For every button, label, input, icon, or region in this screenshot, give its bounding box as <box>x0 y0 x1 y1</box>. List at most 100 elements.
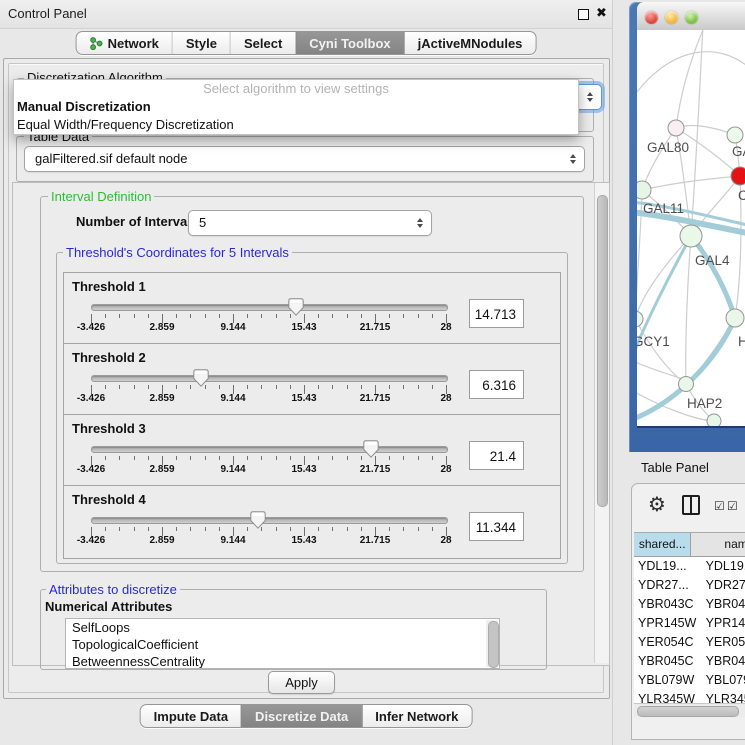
network-edge[interactable] <box>686 236 691 384</box>
table-row[interactable]: YLR345WYLR345W <box>634 690 745 704</box>
network-node-h[interactable] <box>726 309 744 327</box>
network-node-c[interactable] <box>731 167 745 185</box>
gear-icon[interactable]: ⚙ <box>648 492 666 516</box>
tab-infer-network[interactable]: Infer Network <box>361 705 471 727</box>
zoom-traffic-light[interactable] <box>685 11 698 24</box>
cell-shared-name[interactable]: YLR345W <box>634 690 697 704</box>
network-canvas[interactable]: GAL80GACGAL11GAL4GCY1HHAP2 <box>637 30 745 426</box>
numerical-attributes-label: Numerical Attributes <box>45 599 172 614</box>
column-header-name[interactable]: name <box>691 533 745 556</box>
cell-shared-name[interactable]: YPR145W <box>634 614 697 633</box>
threshold-value-field[interactable]: 21.4 <box>469 441 524 470</box>
tick-mark <box>134 527 135 531</box>
network-node-hap2[interactable] <box>679 377 694 392</box>
cell-shared-name[interactable]: YBR045C <box>634 652 697 671</box>
threshold-value-field[interactable]: 6.316 <box>469 370 524 399</box>
table-row[interactable]: YPR145WYPR145W <box>634 614 745 633</box>
cell-name[interactable]: YLR345W <box>697 690 745 704</box>
table-row[interactable]: YER054CYER054C <box>634 633 745 652</box>
attribute-items: SelfLoopsTopologicalCoefficientBetweenne… <box>66 619 499 669</box>
cell-shared-name[interactable]: YDR27... <box>634 576 697 595</box>
attribute-item[interactable]: SelfLoops <box>66 619 499 636</box>
checkbox-icon[interactable]: ☑ <box>727 499 738 513</box>
network-edge[interactable] <box>642 128 676 190</box>
cell-name[interactable]: YBR043C <box>697 595 745 614</box>
cell-name[interactable]: YBL079W <box>697 671 745 690</box>
apply-button[interactable]: Apply <box>268 671 335 694</box>
network-node-gal11[interactable] <box>637 181 651 199</box>
checkbox-icon[interactable]: ☑ <box>714 499 725 513</box>
table-data-combobox[interactable]: galFiltered.sif default node <box>24 146 585 172</box>
threshold-value-field[interactable]: 14.713 <box>469 299 524 328</box>
slider-track[interactable] <box>91 375 448 382</box>
horizontal-scrollbar[interactable] <box>634 703 745 717</box>
table-row[interactable]: YBL079WYBL079W <box>634 671 745 690</box>
cell-shared-name[interactable]: YBL079W <box>634 671 697 690</box>
network-edge[interactable] <box>691 236 735 318</box>
vertical-scrollbar[interactable] <box>594 183 609 663</box>
tab-style[interactable]: Style <box>172 32 230 54</box>
dropdown-placeholder-option[interactable]: Select algorithm to view settings <box>14 80 578 98</box>
float-window-icon[interactable] <box>578 9 589 20</box>
tick-mark <box>403 385 404 389</box>
tab-network[interactable]: Network <box>77 32 172 54</box>
node-table[interactable]: shared... name YDL19...YDL19...YDR27...Y… <box>634 532 745 704</box>
cell-name[interactable]: YDL19... <box>697 557 745 576</box>
slider-track[interactable] <box>91 304 448 311</box>
network-node-gal80[interactable] <box>668 120 684 136</box>
close-icon[interactable]: ✖ <box>596 5 607 21</box>
table-row[interactable]: YDR27...YDR27... <box>634 576 745 595</box>
network-edge[interactable] <box>642 176 740 190</box>
cell-name[interactable]: YBR045C <box>697 652 745 671</box>
network-window-titlebar[interactable] <box>637 2 745 31</box>
tab-jactivemnodules[interactable]: jActiveMNodules <box>404 32 536 54</box>
columns-icon[interactable] <box>682 495 700 515</box>
attribute-item[interactable]: TopologicalCoefficient <box>66 636 499 653</box>
slider-handle[interactable] <box>288 298 304 317</box>
slider-handle[interactable] <box>250 511 266 530</box>
tab-cyni-toolbox[interactable]: Cyni Toolbox <box>295 32 403 54</box>
attributes-scrollbar[interactable] <box>486 620 498 667</box>
threshold-value-field[interactable]: 11.344 <box>469 512 524 541</box>
slider-track[interactable] <box>91 446 448 453</box>
dropdown-option-manual[interactable]: Manual Discretization <box>14 98 578 116</box>
network-node-ga[interactable] <box>727 127 743 143</box>
table-row[interactable]: YBR045CYBR045C <box>634 652 745 671</box>
tab-select[interactable]: Select <box>230 32 295 54</box>
tab-discretize-data[interactable]: Discretize Data <box>241 705 361 727</box>
number-of-intervals-combobox[interactable]: 5 <box>188 210 432 236</box>
tab-impute-data[interactable]: Impute Data <box>141 705 241 727</box>
tab-label: Cyni Toolbox <box>309 36 390 51</box>
cell-name[interactable]: YPR145W <box>697 614 745 633</box>
vertical-scrollbar-thumb[interactable] <box>597 195 608 507</box>
table-row[interactable]: YBR043CYBR043C <box>634 595 745 614</box>
slider-handle[interactable] <box>363 440 379 459</box>
horizontal-scrollbar-thumb[interactable] <box>637 706 739 717</box>
tick-mark <box>105 314 106 318</box>
attribute-item[interactable]: BetweennessCentrality <box>66 653 499 669</box>
cell-shared-name[interactable]: YBR043C <box>634 595 697 614</box>
cell-name[interactable]: YER054C <box>697 633 745 652</box>
attributes-scrollbar-thumb[interactable] <box>488 621 499 668</box>
dropdown-option-equal-width[interactable]: Equal Width/Frequency Discretization <box>14 116 578 134</box>
network-edge[interactable] <box>637 190 642 319</box>
minimize-traffic-light[interactable] <box>665 11 678 24</box>
cell-shared-name[interactable]: YER054C <box>634 633 697 652</box>
column-header-shared-name[interactable]: shared... <box>634 533 691 556</box>
slider-handle[interactable] <box>193 369 209 388</box>
network-node-gcy1[interactable] <box>637 311 643 327</box>
tick-mark <box>148 385 149 389</box>
cell-shared-name[interactable]: YDL19... <box>634 557 697 576</box>
network-node[interactable] <box>707 414 721 426</box>
slider-track[interactable] <box>91 517 448 524</box>
network-edge[interactable] <box>637 52 745 100</box>
threshold-panel-1: Threshold 1-3.4262.8599.14415.4321.71528… <box>63 272 561 346</box>
network-view-window[interactable]: GAL80GACGAL11GAL4GCY1HHAP2 <box>629 2 745 452</box>
table-row[interactable]: YDL19...YDL19... <box>634 557 745 576</box>
numerical-attributes-list[interactable]: SelfLoopsTopologicalCoefficientBetweenne… <box>65 618 500 669</box>
close-traffic-light[interactable] <box>645 11 658 24</box>
tick-mark <box>134 314 135 318</box>
network-edge[interactable] <box>691 30 703 236</box>
cell-name[interactable]: YDR27... <box>697 576 745 595</box>
network-node-gal4[interactable] <box>680 225 702 247</box>
